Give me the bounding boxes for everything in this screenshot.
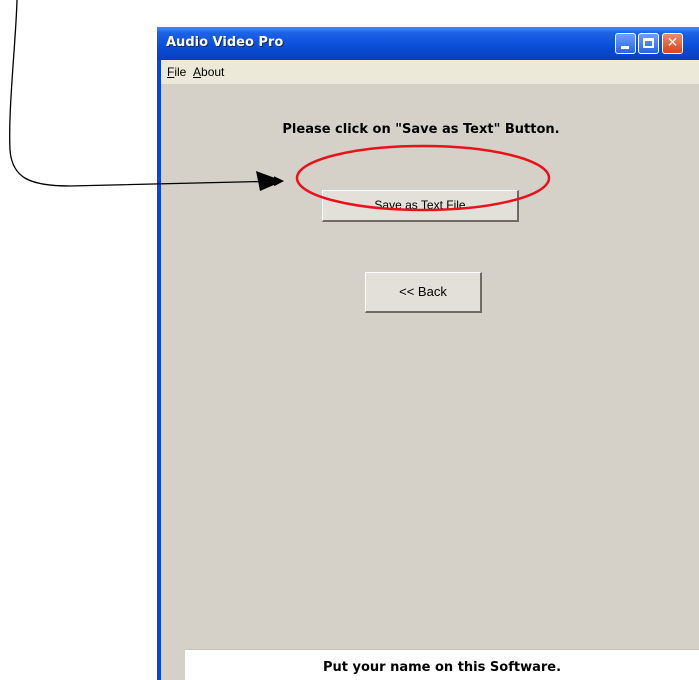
menu-about-accelerator: A	[193, 65, 202, 79]
menu-file[interactable]: File	[167, 65, 186, 79]
minimize-button[interactable]	[615, 33, 636, 54]
menu-bar: File About	[161, 60, 699, 84]
menu-about-label: bout	[201, 65, 225, 79]
minimize-icon	[621, 46, 629, 49]
maximize-icon	[643, 38, 654, 48]
title-bar[interactable]: Audio Video Pro ✕	[157, 27, 699, 60]
back-button[interactable]: << Back	[365, 272, 482, 313]
main-panel: Please click on "Save as Text" Button. S…	[161, 84, 699, 680]
save-as-text-button[interactable]: Save as Text File	[322, 190, 519, 222]
menu-about[interactable]: About	[193, 65, 224, 79]
close-button[interactable]: ✕	[662, 33, 683, 54]
menu-file-label: ile	[174, 65, 187, 79]
window-title: Audio Video Pro	[166, 35, 284, 50]
maximize-button[interactable]	[638, 33, 659, 54]
footer-banner: Put your name on this Software.	[185, 649, 699, 680]
close-icon: ✕	[666, 35, 679, 51]
footer-text: Put your name on this Software.	[322, 660, 562, 675]
app-window: Audio Video Pro ✕ File About Please clic…	[157, 27, 699, 680]
instruction-text: Please click on "Save as Text" Button.	[282, 122, 560, 137]
